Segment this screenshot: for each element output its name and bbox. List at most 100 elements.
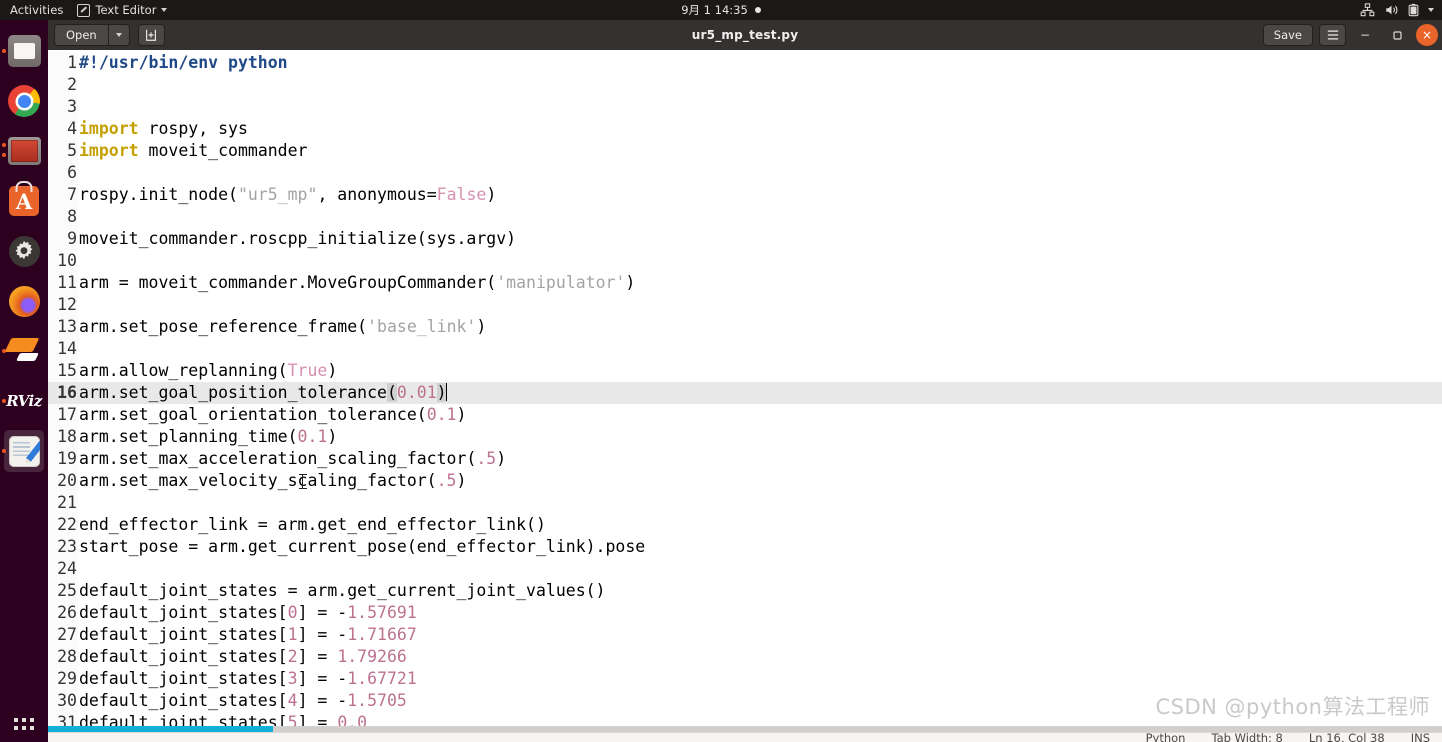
maximize-button[interactable] [1384, 22, 1410, 48]
line-source[interactable]: default_joint_states[2] = 1.79266 [78, 646, 407, 668]
code-line[interactable]: 7 rospy.init_node("ur5_mp", anonymous=Fal… [48, 184, 1442, 206]
line-source[interactable]: default_joint_states[0] = -1.57691 [78, 602, 417, 624]
line-source[interactable]: arm.set_planning_time(0.1) [78, 426, 337, 448]
dock-item-text-editor[interactable] [2, 428, 46, 474]
line-source[interactable]: default_joint_states[4] = -1.5705 [78, 690, 407, 712]
code-line[interactable]: 5 import moveit_commander [48, 140, 1442, 162]
code-line[interactable]: 2 [48, 74, 1442, 96]
line-source[interactable]: start_pose = arm.get_current_pose(end_ef… [78, 536, 645, 558]
code-line[interactable]: 3 [48, 96, 1442, 118]
new-document-button[interactable] [137, 24, 165, 46]
line-source[interactable]: arm = moveit_commander.MoveGroupCommande… [78, 272, 635, 294]
code-line[interactable]: 16 arm.set_goal_position_tolerance(0.01) [48, 382, 1442, 404]
open-dropdown-button[interactable] [107, 24, 130, 46]
line-source[interactable]: #!/usr/bin/env python [78, 52, 288, 74]
code-line[interactable]: 6 [48, 162, 1442, 184]
line-source[interactable]: default_joint_states[3] = -1.67721 [78, 668, 417, 690]
line-number: 9 [48, 228, 78, 250]
code-line[interactable]: 15 arm.allow_replanning(True) [48, 360, 1442, 382]
line-number: 23 [48, 536, 78, 558]
code-line[interactable]: 29 default_joint_states[3] = -1.67721 [48, 668, 1442, 690]
code-line[interactable]: 25 default_joint_states = arm.get_current… [48, 580, 1442, 602]
ubuntu-dock: A RViz [0, 20, 48, 742]
status-tab-width[interactable]: Tab Width: 8 [1211, 733, 1282, 742]
line-source[interactable]: import moveit_commander [78, 140, 308, 162]
line-number: 21 [48, 492, 78, 514]
line-source[interactable]: rospy.init_node("ur5_mp", anonymous=Fals… [78, 184, 496, 206]
line-source[interactable]: default_joint_states[1] = -1.71667 [78, 624, 417, 646]
dock-item-files[interactable] [2, 28, 46, 74]
line-number: 22 [48, 514, 78, 536]
system-tray[interactable] [1360, 0, 1434, 20]
line-number: 30 [48, 690, 78, 712]
activities-button[interactable]: Activities [0, 3, 73, 17]
code-line[interactable]: 21 [48, 492, 1442, 514]
code-line[interactable]: 14 [48, 338, 1442, 360]
dock-item-rviz[interactable]: RViz [2, 378, 46, 424]
status-bar: Python Tab Width: 8 Ln 16, Col 38 INS [48, 732, 1442, 742]
line-number: 8 [48, 206, 78, 228]
code-line[interactable]: 26 default_joint_states[0] = -1.57691 [48, 602, 1442, 624]
line-number: 14 [48, 338, 78, 360]
line-source[interactable]: arm.set_goal_position_tolerance(0.01) [78, 382, 448, 404]
volume-icon [1386, 5, 1398, 15]
line-source[interactable]: moveit_commander.roscpp_initialize(sys.a… [78, 228, 516, 250]
line-source[interactable]: end_effector_link = arm.get_end_effector… [78, 514, 546, 536]
line-number: 26 [48, 602, 78, 624]
clock-button[interactable]: 9月 1 14:35 [611, 2, 831, 18]
code-line[interactable]: 27 default_joint_states[1] = -1.71667 [48, 624, 1442, 646]
line-number: 6 [48, 162, 78, 184]
dock-item-gazebo[interactable] [2, 328, 46, 374]
show-applications-button[interactable] [14, 718, 34, 730]
code-line[interactable]: 13 arm.set_pose_reference_frame('base_lin… [48, 316, 1442, 338]
running-indicator-icon [2, 449, 6, 453]
close-button[interactable]: × [1416, 24, 1438, 46]
dock-item-ubuntu-software[interactable]: A [2, 178, 46, 224]
line-source[interactable]: arm.set_pose_reference_frame('base_link'… [78, 316, 486, 338]
code-line[interactable]: 12 [48, 294, 1442, 316]
code-line[interactable]: 17 arm.set_goal_orientation_tolerance(0.1… [48, 404, 1442, 426]
code-line[interactable]: 23 start_pose = arm.get_current_pose(end_… [48, 536, 1442, 558]
code-line[interactable]: 8 [48, 206, 1442, 228]
rviz-icon: RViz [6, 392, 42, 410]
code-line[interactable]: 22 end_effector_link = arm.get_end_effect… [48, 514, 1442, 536]
firefox-icon [8, 285, 40, 317]
code-line[interactable]: 1 #!/usr/bin/env python [48, 52, 1442, 74]
status-language[interactable]: Python [1146, 733, 1186, 742]
code-line[interactable]: 20 arm.set_max_velocity_scaling_factor(.5… [48, 470, 1442, 492]
line-source[interactable]: arm.allow_replanning(True) [78, 360, 337, 382]
dock-item-firefox[interactable] [2, 278, 46, 324]
code-line[interactable]: 18 arm.set_planning_time(0.1) [48, 426, 1442, 448]
line-source[interactable]: import rospy, sys [78, 118, 248, 140]
save-button[interactable]: Save [1262, 24, 1313, 46]
terminal-icon [7, 137, 41, 165]
grid-dot-icon [22, 718, 26, 722]
line-source[interactable]: arm.set_goal_orientation_tolerance(0.1) [78, 404, 466, 426]
code-line[interactable]: 10 [48, 250, 1442, 272]
dock-item-settings[interactable] [2, 228, 46, 274]
code-line[interactable]: 11 arm = moveit_commander.MoveGroupComman… [48, 272, 1442, 294]
line-source[interactable]: arm.set_max_velocity_scaling_factor(.5) [78, 470, 466, 492]
code-line[interactable]: 9 moveit_commander.roscpp_initialize(sys.… [48, 228, 1442, 250]
dock-item-chrome[interactable] [2, 78, 46, 124]
app-menu-button[interactable]: Text Editor [73, 3, 168, 17]
line-number: 29 [48, 668, 78, 690]
code-line[interactable]: 4 import rospy, sys [48, 118, 1442, 140]
battery-icon [1408, 3, 1419, 17]
hamburger-menu-button[interactable] [1319, 24, 1346, 46]
code-line[interactable]: 28 default_joint_states[2] = 1.79266 [48, 646, 1442, 668]
line-source[interactable]: arm.set_max_acceleration_scaling_factor(… [78, 448, 506, 470]
line-number: 20 [48, 470, 78, 492]
open-button[interactable]: Open [54, 24, 108, 46]
code-editor[interactable]: 1 #!/usr/bin/env python 2 3 4 import rospy, s… [48, 50, 1442, 742]
code-line[interactable]: 24 [48, 558, 1442, 580]
hamburger-menu-icon [1327, 30, 1338, 40]
dock-item-terminal[interactable] [2, 128, 46, 174]
open-button-group[interactable]: Open [54, 24, 130, 46]
line-source[interactable]: default_joint_states = arm.get_current_j… [78, 580, 606, 602]
minimize-button[interactable]: − [1352, 22, 1378, 48]
code-line[interactable]: 19 arm.set_max_acceleration_scaling_facto… [48, 448, 1442, 470]
code-lines-container[interactable]: 1 #!/usr/bin/env python 2 3 4 import rospy, s… [48, 50, 1442, 742]
status-cursor-position[interactable]: Ln 16, Col 38 [1309, 733, 1385, 742]
recording-indicator-icon [754, 7, 761, 13]
